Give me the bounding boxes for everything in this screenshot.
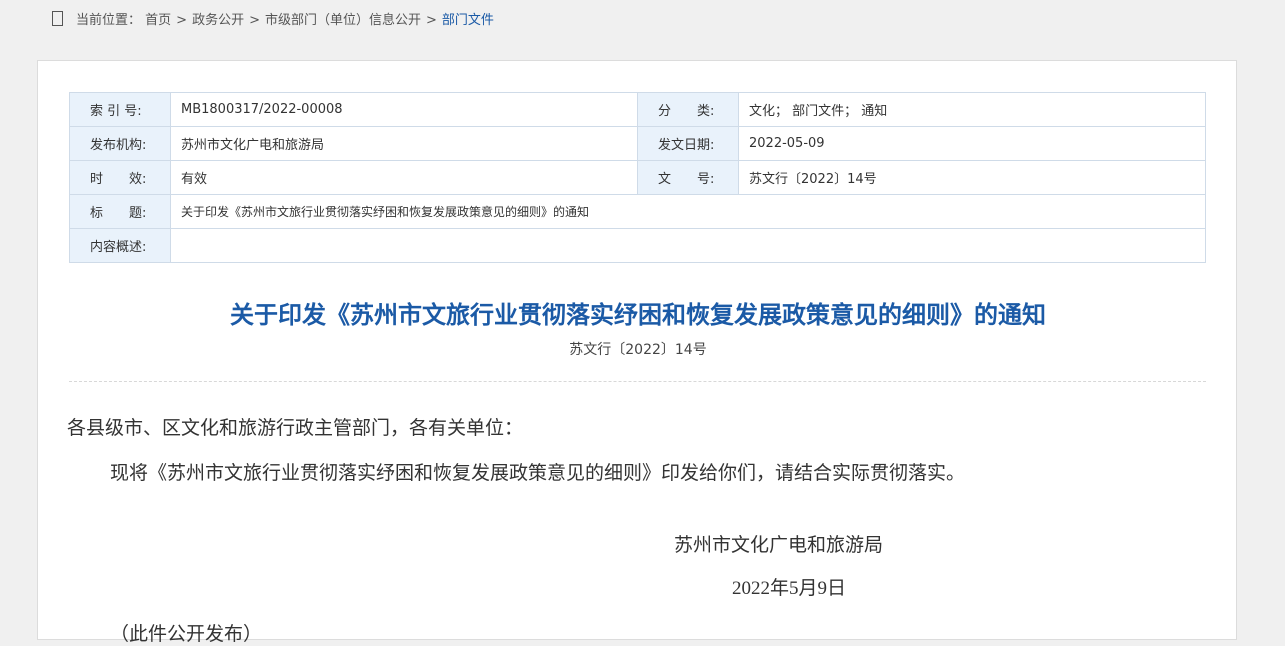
divider (69, 381, 1206, 382)
date-value: 2022-05-09 (738, 126, 1206, 161)
table-row: 时 效: 有效 文 号: 苏文行〔2022〕14号 (69, 160, 1206, 195)
breadcrumb: 当前位置： 首页 > 政务公开 > 市级部门（单位）信息公开 > 部门文件 (76, 9, 494, 28)
summary-value (170, 228, 1206, 263)
validity-value: 有效 (170, 160, 638, 195)
document-title: 关于印发《苏州市文旅行业贯彻落实纾困和恢复发展政策意见的细则》的通知 (230, 301, 1046, 329)
breadcrumb-home[interactable]: 首页 (145, 13, 171, 28)
signature-date: 2022年5月9日 (732, 578, 847, 599)
table-row: 索 引 号: MB1800317/2022-00008 分 类: 文化； 部门文… (69, 92, 1206, 127)
breadcrumb-separator: > (176, 13, 188, 28)
breadcrumb-separator: > (426, 13, 437, 28)
docno-label: 文 号: (637, 160, 739, 195)
index-label: 索 引 号: (69, 92, 171, 127)
metadata-table: 索 引 号: MB1800317/2022-00008 分 类: 文化； 部门文… (69, 92, 1206, 263)
publication-note: （此件公开发布） (110, 623, 263, 645)
document-number: 苏文行〔2022〕14号 (569, 342, 707, 358)
title-label: 标 题: (69, 194, 171, 229)
breadcrumb-bar: 当前位置： 首页 > 政务公开 > 市级部门（单位）信息公开 > 部门文件 (0, 0, 1285, 40)
table-row: 内容概述: (69, 228, 1206, 263)
publisher-label: 发布机构: (69, 126, 171, 161)
summary-label: 内容概述: (69, 228, 171, 263)
breadcrumb-gov-affairs[interactable]: 政务公开 (192, 13, 244, 28)
signature-org: 苏州市文化广电和旅游局 (674, 534, 884, 556)
date-label: 发文日期: (637, 126, 739, 161)
category-value: 文化； 部门文件； 通知 (738, 92, 1206, 127)
index-value: MB1800317/2022-00008 (170, 92, 638, 127)
docno-value: 苏文行〔2022〕14号 (738, 160, 1206, 195)
breadcrumb-separator: > (249, 13, 260, 28)
salutation: 各县级市、区文化和旅游行政主管部门，各有关单位： (67, 417, 524, 439)
table-row: 标 题: 关于印发《苏州市文旅行业贯彻落实纾困和恢复发展政策意见的细则》的通知 (69, 194, 1206, 229)
breadcrumb-current[interactable]: 部门文件 (442, 13, 494, 28)
category-label: 分 类: (637, 92, 739, 127)
document-panel: 索 引 号: MB1800317/2022-00008 分 类: 文化； 部门文… (37, 60, 1237, 645)
validity-label: 时 效: (69, 160, 171, 195)
publisher-value: 苏州市文化广电和旅游局 (170, 126, 638, 161)
table-row: 发布机构: 苏州市文化广电和旅游局 发文日期: 2022-05-09 (69, 126, 1206, 161)
title-value: 关于印发《苏州市文旅行业贯彻落实纾困和恢复发展政策意见的细则》的通知 (170, 194, 1206, 229)
home-icon (52, 11, 63, 26)
breadcrumb-departments[interactable]: 市级部门（单位）信息公开 (265, 13, 421, 28)
body-paragraph: 现将《苏州市文旅行业贯彻落实纾困和恢复发展政策意见的细则》印发给你们，请结合实际… (110, 462, 966, 484)
breadcrumb-label: 当前位置： (76, 13, 142, 28)
